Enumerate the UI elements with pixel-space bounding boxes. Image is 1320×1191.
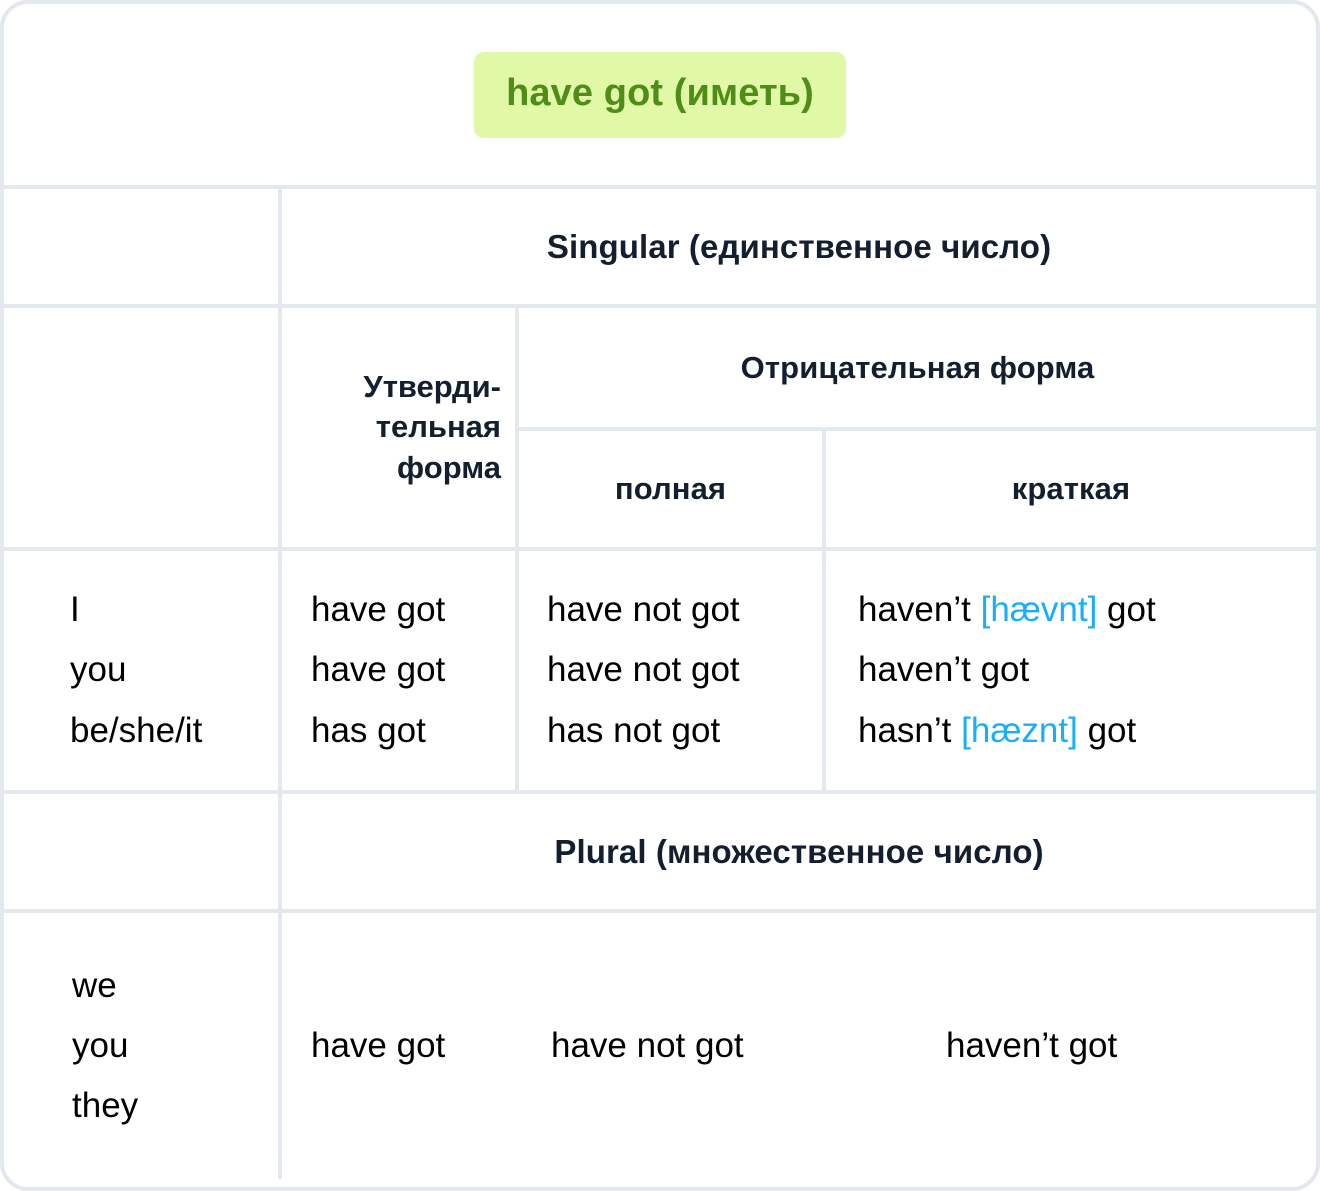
singular-negative-full-2: have not got [547,650,740,690]
column-header-row: Утверди- тельная форма Отрицательная фор… [4,308,1316,551]
short-3-ipa: [hæznt] [961,710,1078,750]
singular-negative-full-3: has not got [547,710,721,750]
negative-header-label: Отрицательная форма [740,349,1095,385]
singular-affirmative-2: have got [311,650,446,690]
affirmative-header-line-3: форма [397,449,501,485]
grammar-card: have got (иметь) Singular (единственное … [0,0,1320,1191]
affirmative-header-line-2: тельная [375,409,501,445]
short-1-before: haven’t [858,590,981,630]
negative-header-top: Отрицательная форма [519,308,1316,431]
short-1-ipa: [hævnt] [980,590,1098,630]
plural-data-row: we you they have got have not got haven’… [4,913,1316,1179]
plural-title: Plural (множественное число) [554,832,1044,870]
affirmative-header-cell: Утверди- тельная форма [282,308,519,547]
singular-negative-short-cell: haven’t [hævnt] got haven’t got hasn’t [… [826,551,1316,790]
singular-negative-short-list: haven’t [hævnt] got haven’t got hasn’t [… [826,580,1316,761]
singular-title: Singular (единственное число) [546,227,1052,265]
plural-negative-full: have not got [551,1026,744,1065]
plural-negative-short: haven’t got [946,1026,1118,1065]
negative-full-header-label: полная [614,471,727,506]
short-2-before: haven’t got [858,650,1030,690]
singular-negative-short-1: haven’t [hævnt] got [858,580,1316,640]
singular-negative-short-3: hasn’t [hæznt] got [858,701,1316,761]
corner-cell-singular [4,189,282,304]
short-3-before: hasn’t [858,710,962,750]
plural-pronoun-2: you [72,1025,129,1065]
singular-pronoun-2: you [70,650,127,690]
negative-header-bottom: полная краткая [519,431,1316,547]
negative-short-header-cell: краткая [826,431,1316,547]
corner-cell-columns [4,308,282,547]
negative-header-cell: Отрицательная форма полная краткая [519,308,1316,547]
singular-affirmative-list: have got have got has got [282,580,515,761]
affirmative-header-line-1: Утверди- [363,369,501,405]
plural-pronoun-1: we [72,965,117,1005]
conjugation-table: Singular (единственное число) Утверди- т… [4,185,1316,1179]
short-1-after: got [1097,590,1156,630]
plural-pronoun-3: they [72,1086,139,1126]
singular-affirmative-3: has got [311,710,426,750]
plural-pronouns: we you they [72,956,278,1137]
plural-forms-cell: have got have not got haven’t got [282,913,1316,1179]
singular-header-row: Singular (единственное число) [4,189,1316,308]
plural-header-row: Plural (множественное число) [4,794,1316,913]
singular-negative-full-cell: have not got have not got has not got [519,551,826,790]
plural-pronouns-cell: we you they [4,913,282,1179]
singular-title-cell: Singular (единственное число) [282,189,1316,304]
singular-affirmative-1: have got [311,590,446,630]
singular-data-row: I you be/she/it have got have got has go… [4,551,1316,794]
singular-negative-full-1: have not got [547,590,740,630]
affirmative-header-label: Утверди- тельная форма [296,367,501,488]
negative-full-header-cell: полная [519,431,826,547]
singular-pronouns: I you be/she/it [4,580,278,761]
corner-cell-plural [4,794,282,909]
negative-short-header-label: краткая [1011,471,1131,506]
singular-negative-short-2: haven’t got [858,640,1316,700]
page-title-badge: have got (иметь) [474,51,846,138]
plural-affirmative: have got [311,1026,446,1065]
singular-pronoun-3: be/she/it [70,710,203,750]
singular-negative-full-list: have not got have not got has not got [519,580,822,761]
plural-title-cell: Plural (множественное число) [282,794,1316,909]
singular-pronoun-1: I [70,590,80,630]
singular-pronouns-cell: I you be/she/it [4,551,282,790]
singular-affirmative-cell: have got have got has got [282,551,519,790]
title-row: have got (иметь) [4,4,1316,185]
short-3-after: got [1077,710,1137,750]
